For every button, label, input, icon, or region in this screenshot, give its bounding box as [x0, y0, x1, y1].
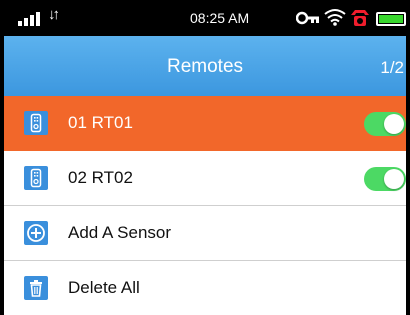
- remote-enable-toggle[interactable]: [364, 112, 406, 136]
- remote-row-rt01[interactable]: 01 RT01: [4, 96, 406, 151]
- key-icon: [295, 11, 320, 30]
- battery-icon: [376, 12, 406, 26]
- toggle-knob: [384, 114, 404, 134]
- signal-icon: [18, 12, 40, 26]
- toggle-knob: [384, 169, 404, 189]
- remote-control-icon: [24, 111, 48, 135]
- add-sensor-label: Add A Sensor: [68, 223, 172, 242]
- trash-icon: [24, 276, 48, 300]
- add-icon: [24, 221, 48, 245]
- remote-name: 02 RT02: [68, 168, 133, 187]
- alarm-icon: [350, 9, 370, 32]
- add-sensor-button[interactable]: Add A Sensor: [4, 206, 406, 261]
- remote-row-rt02[interactable]: 02 RT02: [4, 151, 406, 206]
- remote-control-icon: [24, 166, 48, 190]
- status-bar: ↓↑ 08:25 AM: [4, 0, 406, 36]
- wifi-icon: [324, 8, 346, 31]
- remotes-list: 01 RT01 02 RT02 Add A Sensor Delete All: [4, 96, 406, 315]
- delete-all-button[interactable]: Delete All: [4, 261, 406, 315]
- delete-all-label: Delete All: [68, 278, 140, 297]
- remote-name: 01 RT01: [68, 113, 133, 132]
- page-indicator[interactable]: 1/2: [380, 58, 404, 78]
- status-time: 08:25 AM: [190, 10, 250, 26]
- phone-screen: ↓↑ 08:25 AM Remotes 1/2 01 RT01 02 RT02 …: [0, 0, 410, 315]
- remote-enable-toggle[interactable]: [364, 167, 406, 191]
- data-transfer-icon: ↓↑: [48, 6, 60, 23]
- app-header: Remotes 1/2: [4, 36, 406, 96]
- page-title: Remotes: [166, 56, 244, 77]
